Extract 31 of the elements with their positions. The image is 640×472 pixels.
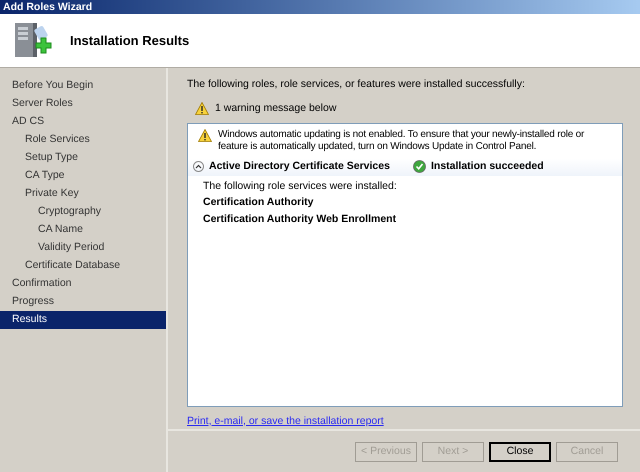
- warning-icon: [195, 102, 209, 116]
- role-service: Certification Authority: [203, 195, 314, 210]
- wizard-button[interactable]: Close: [489, 442, 551, 462]
- sidebar-item[interactable]: Confirmation: [0, 275, 166, 293]
- role-service: Certification Authority Web Enrollment: [203, 212, 398, 227]
- sidebar-item[interactable]: CA Name: [0, 221, 166, 239]
- sidebar-item[interactable]: Progress: [0, 293, 166, 311]
- role-status: Installation succeeded: [431, 158, 544, 174]
- intro-text: The following roles, role services, or features were installed successfully:: [187, 77, 526, 92]
- sidebar-item[interactable]: Before You Begin: [0, 77, 166, 95]
- sidebar-item[interactable]: AD CS: [0, 113, 166, 131]
- sidebar-item[interactable]: Role Services: [0, 131, 166, 149]
- sidebar-item[interactable]: Cryptography: [0, 203, 166, 221]
- collapse-button[interactable]: [193, 161, 204, 172]
- sidebar-item[interactable]: Private Key: [0, 185, 166, 203]
- sidebar-item[interactable]: Server Roles: [0, 95, 166, 113]
- warning-message: Windows automatic updating is not enabled. To ensure that your newly-installed role or feature is automatically updated, turn on Windows Update in Control Panel.: [218, 128, 586, 152]
- warning-count: 1 warning message below: [215, 100, 336, 116]
- check-circle-icon: [413, 160, 426, 173]
- sidebar-item[interactable]: Validity Period: [0, 239, 166, 257]
- caret-icon: [195, 164, 202, 169]
- role-name: Active Directory Certificate Services: [209, 158, 391, 174]
- sidebar-item[interactable]: Setup Type: [0, 149, 166, 167]
- page-title: Installation Results: [70, 32, 190, 50]
- sidebar-item[interactable]: Certificate Database: [0, 257, 166, 275]
- role-details: The following role services were installed:: [203, 178, 398, 194]
- report-link[interactable]: Print, e-mail, or save the installation report: [187, 414, 384, 426]
- sidebar-item[interactable]: Results: [0, 311, 166, 329]
- window-title: Add Roles Wizard: [3, 2, 92, 12]
- sidebar-item[interactable]: CA Type: [0, 167, 166, 185]
- warning-icon: [198, 128, 212, 142]
